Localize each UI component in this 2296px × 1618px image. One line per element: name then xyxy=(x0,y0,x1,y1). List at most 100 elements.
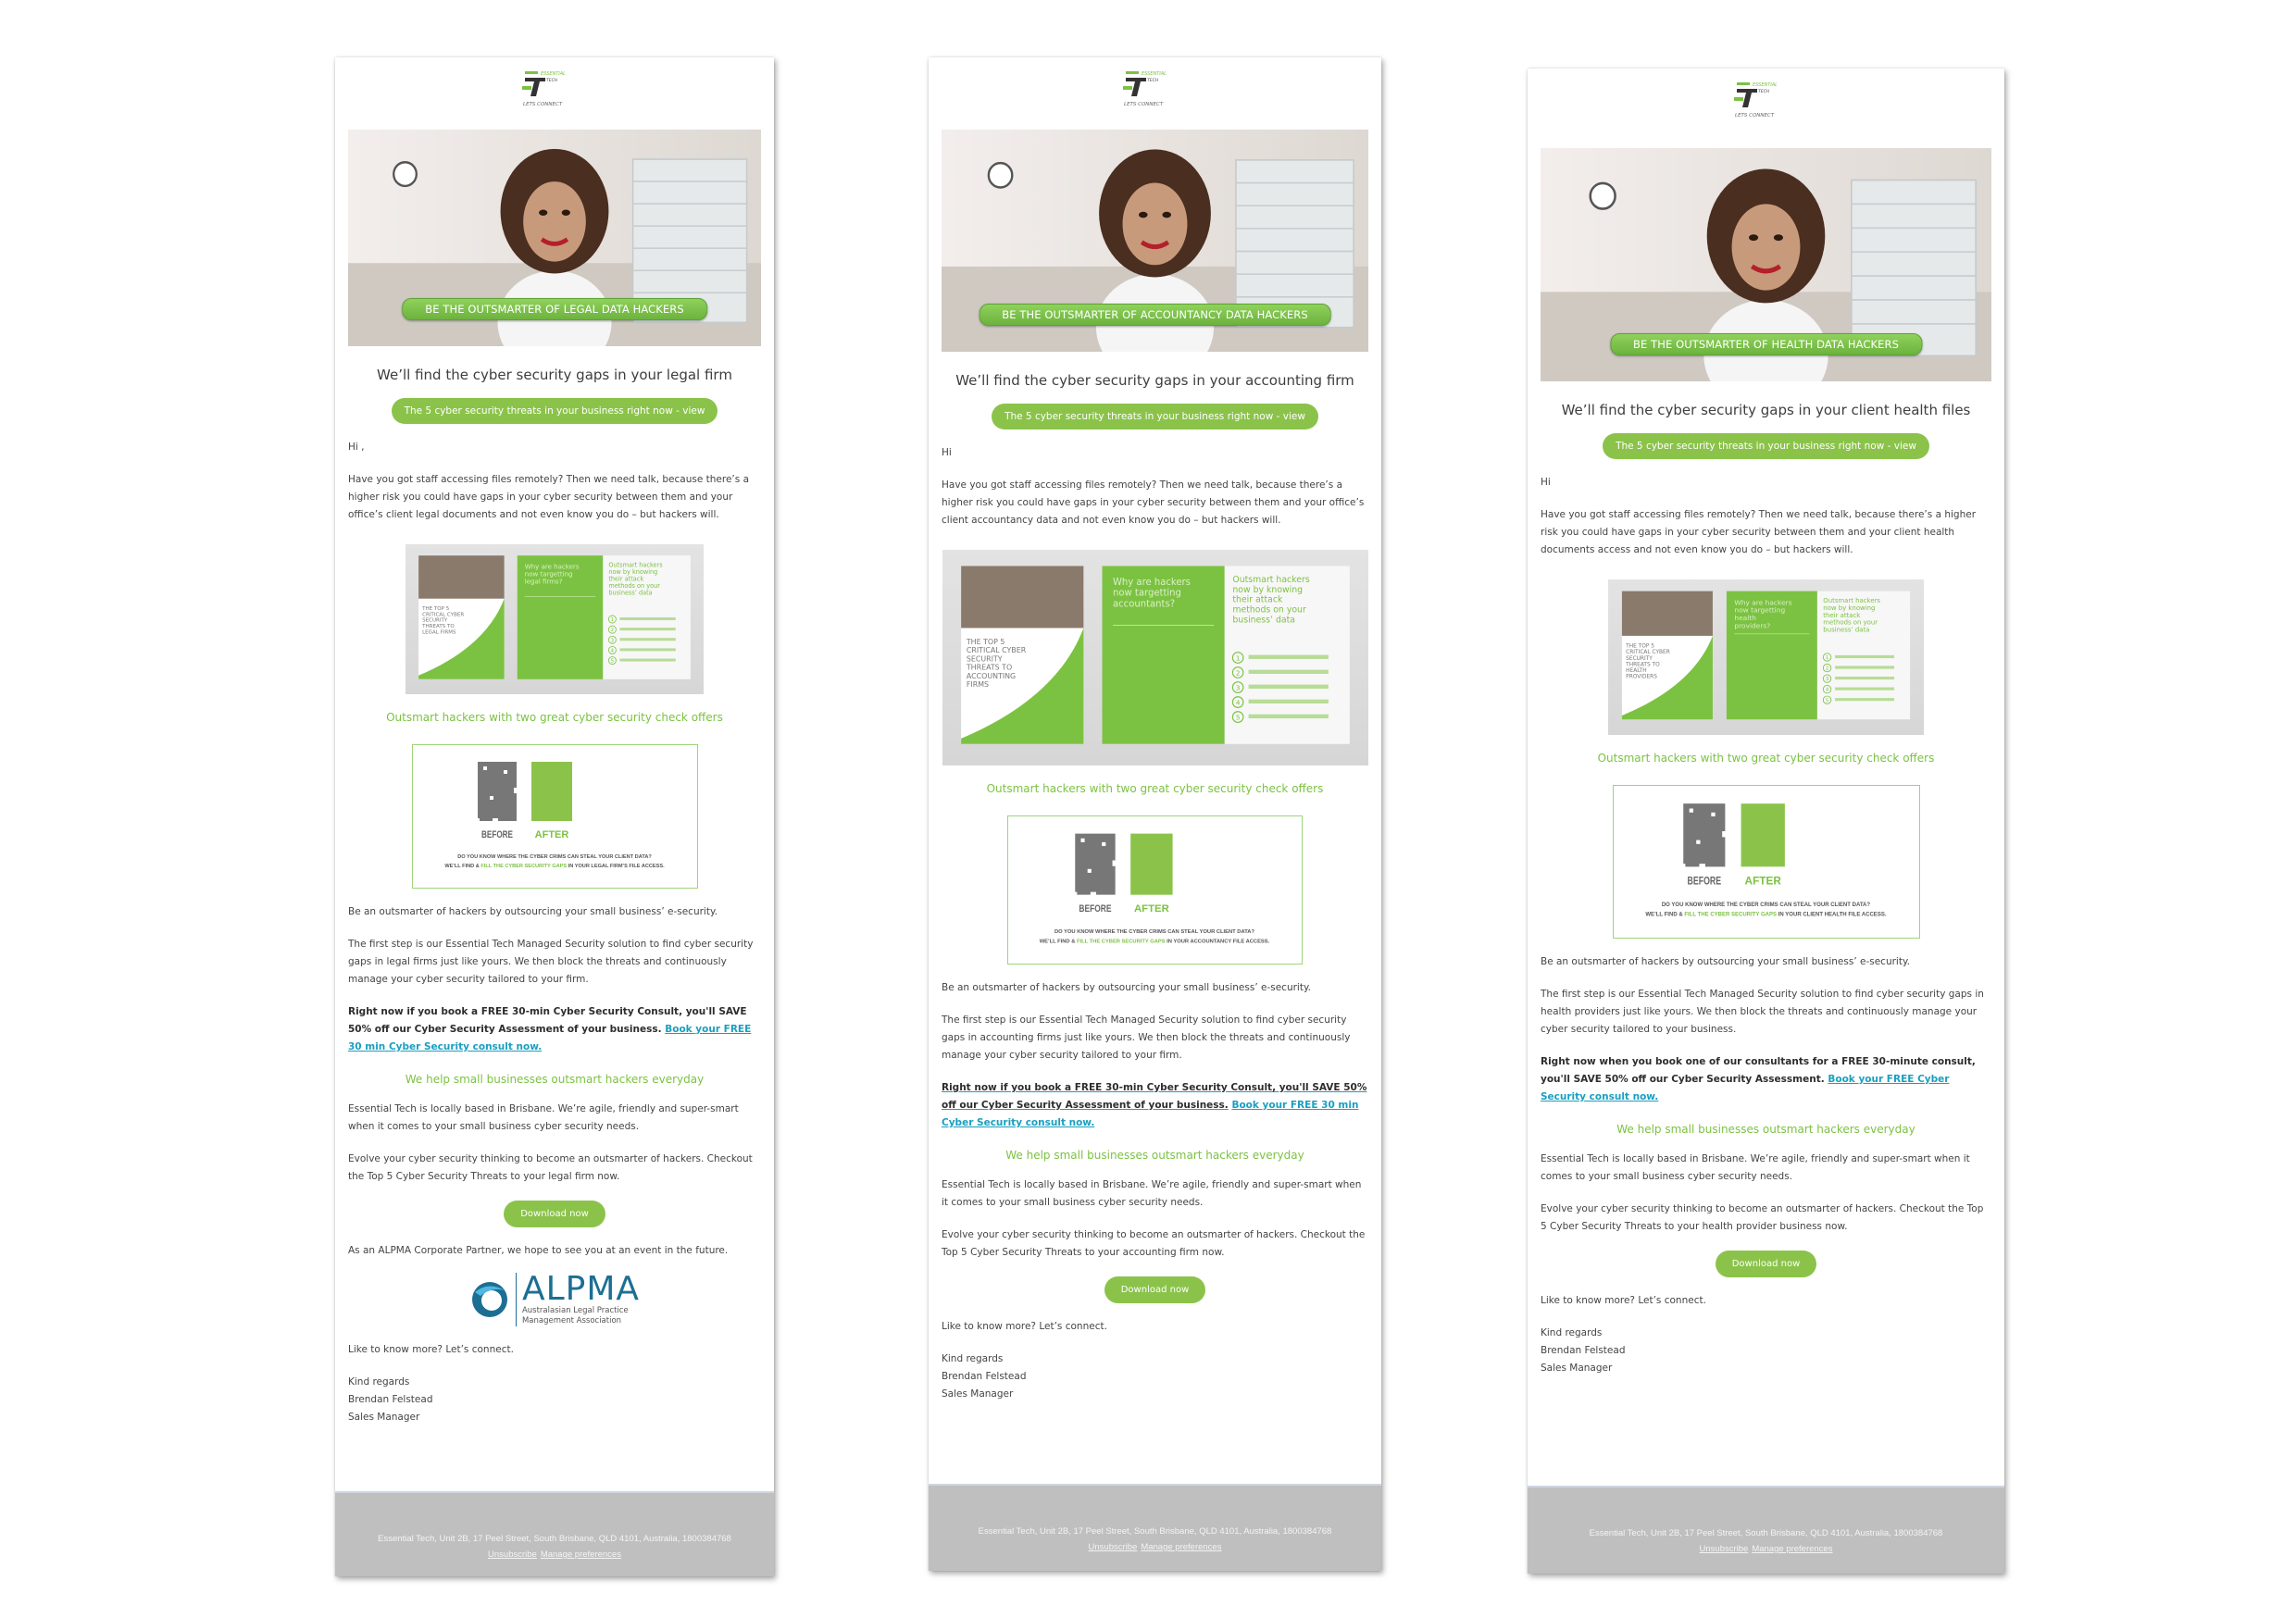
ebook-step-text-line xyxy=(1248,714,1329,719)
before-after-graphic[interactable]: BEFORE AFTER DO YOU KNOW WHERE THE CYBER… xyxy=(1612,785,1920,939)
hero-image[interactable]: BE THE OUTSMARTER OF ACCOUNTANCY DATA HA… xyxy=(942,130,1368,352)
ebook-step-text-line xyxy=(619,648,676,652)
email-preview-health: ESSENTIAL TECH LETS CONNECT BE THE OUTSM… xyxy=(1528,68,2004,1574)
manage-preferences-link[interactable]: Manage preferences xyxy=(1752,1544,1832,1554)
hero-banner: BE THE OUTSMARTER OF LEGAL DATA HACKERS xyxy=(402,298,707,320)
headline: We’ll find the cyber security gaps in yo… xyxy=(377,367,732,383)
hero-image[interactable]: BE THE OUTSMARTER OF HEALTH DATA HACKERS xyxy=(1541,148,1991,381)
evolve-paragraph: Evolve your cyber security thinking to b… xyxy=(348,1153,753,1182)
connect-paragraph: Like to know more? Let’s connect. xyxy=(348,1344,514,1355)
connect-paragraph: Like to know more? Let’s connect. xyxy=(942,1321,1107,1332)
hero-banner-text: BE THE OUTSMARTER OF LEGAL DATA HACKERS xyxy=(425,303,684,316)
intro-paragraph: Have you got staff accessing files remot… xyxy=(348,474,750,520)
ebook-step-number: 1 xyxy=(611,617,614,623)
hero-banner: BE THE OUTSMARTER OF HEALTH DATA HACKERS xyxy=(1609,333,1923,355)
ebook-step-text-line xyxy=(619,616,676,621)
before-label: BEFORE xyxy=(1687,876,1721,888)
svg-text:TECH: TECH xyxy=(546,78,558,83)
sender-title: Sales Manager xyxy=(348,1412,420,1423)
ebook-cover-photo xyxy=(1621,591,1713,636)
sender-name: Brendan Felstead xyxy=(1541,1345,1626,1356)
greeting: Hi , xyxy=(348,442,365,453)
ebook-mockup-image[interactable]: THE TOP 5 CRITICAL CYBER SECURITY THREATS T… xyxy=(942,550,1368,765)
unsubscribe-link[interactable]: Unsubscribe xyxy=(1089,1542,1138,1552)
before-after-promise: WE’LL FIND & FILL THE CYBER SECURITY GAP… xyxy=(1645,913,1886,918)
essential-tech-logo[interactable]: ESSENTIAL TECH LETS CONNECT xyxy=(1733,80,1800,120)
ebook-step-number: 3 xyxy=(1826,677,1828,682)
essential-tech-logo[interactable]: ESSENTIAL TECH LETS CONNECT xyxy=(521,68,588,109)
ebook-step-number: 4 xyxy=(611,648,614,653)
before-label: BEFORE xyxy=(481,829,513,840)
svg-text:TECH: TECH xyxy=(1758,89,1770,94)
after-block-icon xyxy=(1741,803,1785,867)
ebook-step-number: 3 xyxy=(1235,683,1240,691)
headline: We’ll find the cyber security gaps in yo… xyxy=(955,372,1354,389)
ebook-step-text-line xyxy=(1835,666,1895,669)
hero-banner-text: BE THE OUTSMARTER OF HEALTH DATA HACKERS xyxy=(1632,338,1900,351)
ebook-step-number: 2 xyxy=(1826,666,1828,672)
ebook-step-text-line xyxy=(619,638,676,641)
after-label: AFTER xyxy=(534,829,568,840)
ebook-step-number: 1 xyxy=(1235,653,1240,662)
outsource-paragraph: Be an outsmarter of hackers by outsourci… xyxy=(348,906,718,917)
offer-paragraph: Right now if you book a FREE 30-min Cybe… xyxy=(348,1003,761,1056)
svg-text:LETS CONNECT: LETS CONNECT xyxy=(1124,102,1164,107)
email-footer: Essential Tech, Unit 2B, 17 Peel Street,… xyxy=(1528,1486,2004,1574)
sender-title: Sales Manager xyxy=(942,1388,1014,1400)
ebook-step-text-line xyxy=(1248,654,1329,659)
threats-view-button[interactable]: The 5 cyber security threats in your bus… xyxy=(391,398,718,424)
before-block-icon xyxy=(1075,833,1116,895)
signature: Kind regards Brendan Felstead Sales Mana… xyxy=(348,1374,761,1426)
evolve-paragraph: Evolve your cyber security thinking to b… xyxy=(1541,1203,1984,1232)
intro-paragraph: Have you got staff accessing files remot… xyxy=(942,479,1365,526)
hero-banner: BE THE OUTSMARTER OF ACCOUNTANCY DATA HA… xyxy=(979,304,1331,326)
alpma-name: ALPMA xyxy=(521,1270,641,1308)
svg-text:ESSENTIAL: ESSENTIAL xyxy=(1142,71,1167,77)
download-now-button[interactable]: Download now xyxy=(1715,1251,1817,1277)
email-preview-accounting: ESSENTIAL TECH LETS CONNECT BE THE OUTSM… xyxy=(929,57,1381,1571)
after-block-icon xyxy=(530,762,572,821)
download-now-button[interactable]: Download now xyxy=(1104,1276,1206,1303)
hero-image[interactable]: BE THE OUTSMARTER OF LEGAL DATA HACKERS xyxy=(348,130,761,346)
email-footer: Essential Tech, Unit 2B, 17 Peel Street,… xyxy=(335,1491,774,1576)
ebook-step-text-line xyxy=(619,628,676,631)
alpma-line2: Management Association xyxy=(521,1316,622,1326)
ebook-step-text-line xyxy=(1835,654,1895,659)
help-heading: We help small businesses outsmart hacker… xyxy=(405,1073,705,1086)
alpma-logo[interactable]: ALPMA Australasian Legal Practice Manage… xyxy=(348,1273,761,1326)
email-footer: Essential Tech, Unit 2B, 17 Peel Street,… xyxy=(929,1484,1381,1571)
svg-text:LETS CONNECT: LETS CONNECT xyxy=(523,102,563,107)
before-after-promise: WE’LL FIND & FILL THE CYBER SECURITY GAP… xyxy=(444,864,665,869)
essential-tech-logo[interactable]: ESSENTIAL TECH LETS CONNECT xyxy=(1122,68,1189,109)
ebook-cover-photo xyxy=(418,555,505,599)
manage-preferences-link[interactable]: Manage preferences xyxy=(541,1550,621,1560)
before-after-promise: WE’LL FIND & FILL THE CYBER SECURITY GAP… xyxy=(1040,939,1270,944)
download-now-button[interactable]: Download now xyxy=(504,1201,605,1227)
threats-view-button[interactable]: The 5 cyber security threats in your bus… xyxy=(992,404,1318,429)
first-step-paragraph: The first step is our Essential Tech Man… xyxy=(1541,989,1984,1035)
ebook-mockup-image[interactable]: THE TOP 5 CRITICAL CYBER SECURITY THREATS T… xyxy=(1608,579,1924,735)
threats-view-button[interactable]: The 5 cyber security threats in your bus… xyxy=(1603,433,1929,459)
svg-text:LETS CONNECT: LETS CONNECT xyxy=(1735,113,1775,118)
before-label: BEFORE xyxy=(1079,903,1111,915)
unsubscribe-link[interactable]: Unsubscribe xyxy=(488,1550,537,1560)
unsubscribe-link[interactable]: Unsubscribe xyxy=(1700,1544,1749,1554)
svg-text:TECH: TECH xyxy=(1147,78,1159,83)
signoff: Kind regards xyxy=(942,1353,1004,1364)
alpma-swirl-icon xyxy=(471,1282,507,1317)
ebook-step-number: 5 xyxy=(1235,713,1240,721)
signature: Kind regards Brendan Felstead Sales Mana… xyxy=(1541,1325,1991,1377)
ebook-step-number: 5 xyxy=(1826,698,1828,703)
manage-preferences-link[interactable]: Manage preferences xyxy=(1141,1542,1221,1552)
greeting: Hi xyxy=(942,447,952,458)
offers-heading: Outsmart hackers with two great cyber se… xyxy=(1597,752,1935,765)
svg-text:ESSENTIAL: ESSENTIAL xyxy=(541,71,566,77)
ebook-step-number: 5 xyxy=(611,659,614,665)
before-after-graphic[interactable]: BEFORE AFTER DO YOU KNOW WHERE THE CYBER… xyxy=(1007,815,1303,965)
partner-block: As an ALPMA Corporate Partner, we hope t… xyxy=(348,1242,761,1326)
footer-address: Essential Tech, Unit 2B, 17 Peel Street,… xyxy=(1589,1528,1943,1538)
outsource-paragraph: Be an outsmarter of hackers by outsourci… xyxy=(1541,956,1911,967)
before-after-graphic[interactable]: BEFORE AFTER DO YOU KNOW WHERE THE CYBER… xyxy=(411,744,698,889)
ebook-mockup-image[interactable]: THE TOP 5 CRITICAL CYBER SECURITY THREATS T… xyxy=(406,544,704,694)
ebook-step-text-line xyxy=(1835,698,1895,702)
